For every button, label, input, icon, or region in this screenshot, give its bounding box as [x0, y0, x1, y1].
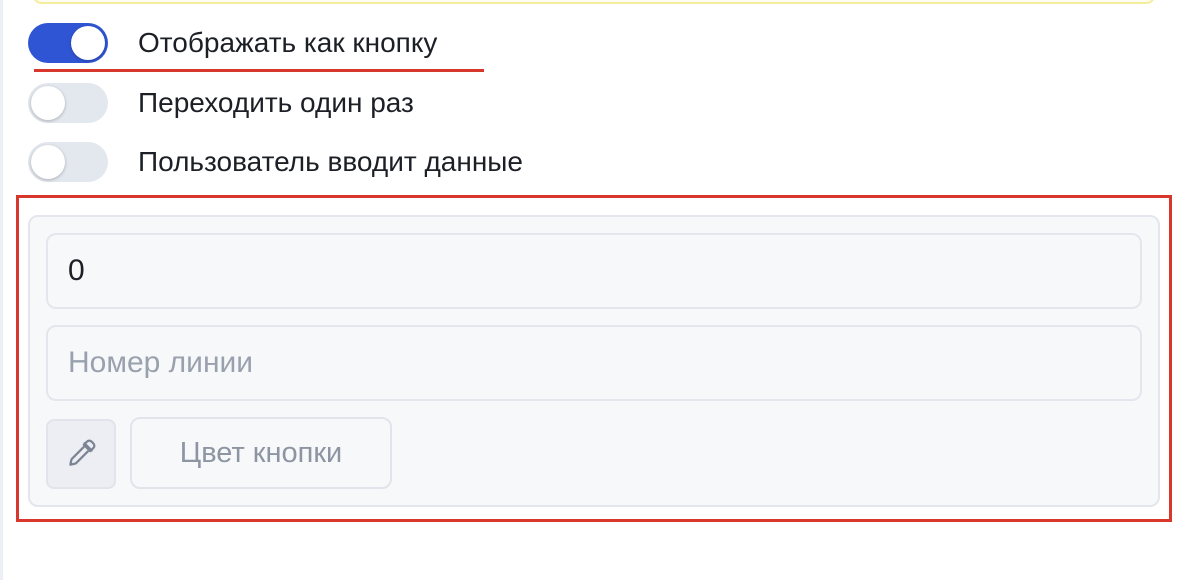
color-picker-button[interactable] [46, 419, 116, 489]
left-divider [0, 0, 3, 580]
value-input[interactable] [46, 233, 1142, 309]
navigate-once-toggle[interactable] [28, 83, 108, 123]
toggle-knob [71, 26, 105, 60]
button-color-button[interactable]: Цвет кнопки [130, 417, 392, 489]
annotation-underline [34, 69, 484, 72]
notice-banner [32, 0, 1156, 4]
user-input-toggle[interactable] [28, 142, 108, 182]
toggle-knob [31, 145, 65, 179]
eyedropper-icon [64, 437, 98, 471]
show-as-button-toggle[interactable] [28, 23, 108, 63]
toggle-row-user-input: Пользователь вводит данные [28, 142, 728, 182]
navigate-once-label: Переходить один раз [138, 87, 414, 118]
line-number-input[interactable] [46, 325, 1142, 401]
toggle-knob [31, 86, 65, 120]
toggle-row-show-as-button: Отображать как кнопку [28, 23, 628, 63]
toggle-row-navigate-once: Переходить один раз [28, 83, 628, 123]
show-as-button-label: Отображать как кнопку [138, 27, 438, 58]
user-input-label: Пользователь вводит данные [138, 146, 523, 177]
